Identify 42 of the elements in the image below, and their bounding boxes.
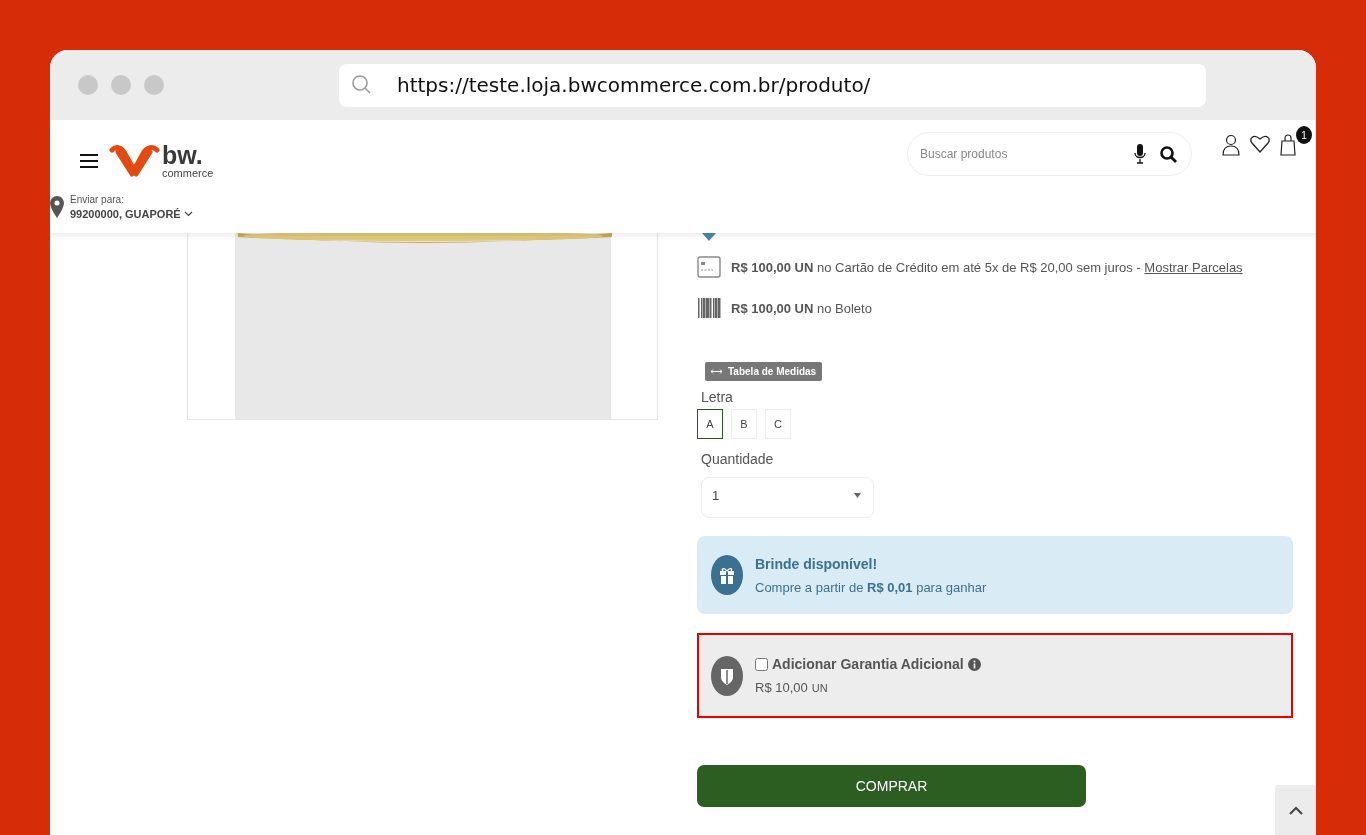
quantity-label: Quantidade <box>701 451 775 467</box>
payment-text: R$ 100,00 UN no Boleto <box>731 300 872 316</box>
buy-button[interactable]: COMPRAR <box>697 765 1086 807</box>
variant-label: Letra <box>701 389 734 405</box>
address-bar[interactable]: https://teste.loja.bwcommerce.com.br/produto/ <box>339 63 1206 107</box>
cart-button[interactable] <box>1280 134 1296 156</box>
variant-option[interactable]: C <box>765 409 791 439</box>
shipping-location: 99200000, GUAPORÉ <box>70 208 181 220</box>
gift-text: Compre a partir de R$ 0,01 para ganhar <box>755 579 987 595</box>
shipping-label: Enviar para: <box>70 194 125 205</box>
warranty-checkbox[interactable] <box>755 657 768 671</box>
logo-name: bw. <box>162 143 204 168</box>
installments-link[interactable]: Mostrar Parcelas <box>1144 259 1243 275</box>
logo-icon <box>108 144 160 178</box>
payment-text: R$ 100,00 UN no Cartão de Crédito em até 5x de R$ 20,00 sem juros - Mostrar Parcelas <box>731 259 1243 275</box>
shield-icon <box>711 655 743 696</box>
info-icon[interactable] <box>967 657 981 671</box>
cart-count: 1 <box>1296 126 1312 144</box>
chevron-down-icon <box>183 211 193 217</box>
warranty-unit: UN <box>811 682 828 694</box>
quantity-select[interactable]: 1 <box>701 477 874 518</box>
marker-icon <box>702 233 716 241</box>
logo-tagline: commerce <box>162 168 214 179</box>
warranty-label: Adicionar Garantia Adicional <box>772 656 964 672</box>
chevron-up-icon <box>1288 805 1303 815</box>
microphone-icon[interactable] <box>1134 144 1146 164</box>
credit-card-icon <box>697 256 721 278</box>
gift-title: Brinde disponível! <box>755 555 879 572</box>
variant-option[interactable]: B <box>731 409 757 439</box>
shipping-selector[interactable]: Enviar para: 99200000, GUAPORÉ <box>50 190 1316 220</box>
size-chart-button[interactable]: Tabela de Medidas <box>705 362 823 381</box>
menu-icon[interactable] <box>80 154 98 168</box>
gift-icon <box>711 555 743 595</box>
url-text: https://teste.loja.bwcommerce.com.br/produto/ <box>397 73 871 97</box>
search-icon[interactable] <box>1160 145 1177 163</box>
account-button[interactable] <box>1222 134 1240 156</box>
warranty-price: R$ 10,00 <box>755 680 808 695</box>
double-arrow-icon <box>711 369 722 374</box>
barcode-icon <box>697 298 721 318</box>
search-icon <box>351 74 373 96</box>
variant-option[interactable]: A <box>697 409 723 439</box>
caret-icon <box>854 493 861 498</box>
